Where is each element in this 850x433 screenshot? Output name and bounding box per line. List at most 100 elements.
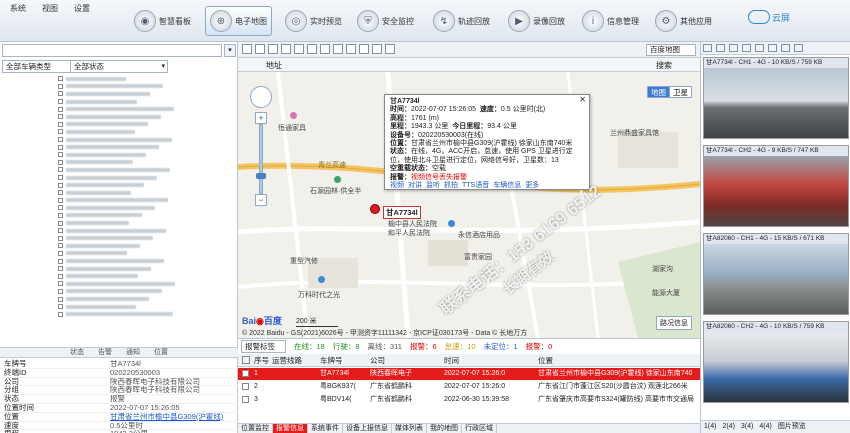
tree-row[interactable] xyxy=(2,257,236,265)
stop-all-icon[interactable] xyxy=(742,44,751,52)
tree-row[interactable] xyxy=(2,212,236,220)
map-provider-select[interactable]: 百度地图 xyxy=(646,44,696,56)
tree-row[interactable] xyxy=(2,159,236,167)
tree-row[interactable] xyxy=(2,75,236,83)
table-row[interactable]: 2 粤BGK937(广东省鹤鹏科 2022-07-07 15:26:0 广东省江门市蓬… xyxy=(238,381,700,393)
cloud-screen-button[interactable]: 云屏 xyxy=(747,10,790,24)
video-page-tab[interactable]: 1(4) xyxy=(704,421,716,433)
tree-row[interactable] xyxy=(2,295,236,303)
video-cell[interactable]: 甘A7734l - CH1 - 4G - 10 KB/S / 759 KB xyxy=(703,57,849,139)
tree-row[interactable] xyxy=(2,242,236,250)
tree-checkbox[interactable] xyxy=(58,250,63,256)
col-header[interactable]: 运营线路 xyxy=(272,354,302,367)
nav-map[interactable]: ⊕ 电子地图 xyxy=(205,6,272,36)
vehicle-search-input[interactable] xyxy=(2,44,222,57)
col-header[interactable]: 位置 xyxy=(538,354,553,367)
tree-checkbox[interactable] xyxy=(58,175,63,181)
vehicle-marker-icon[interactable] xyxy=(370,204,380,214)
tree-row[interactable] xyxy=(2,310,236,318)
tree-checkbox[interactable] xyxy=(58,99,63,105)
col-header[interactable]: 时间 xyxy=(444,354,459,367)
snapshot-icon[interactable] xyxy=(755,44,764,52)
tree-checkbox[interactable] xyxy=(58,159,63,165)
table-row[interactable]: 1 甘A7734l 陕西春晖电子 2022-07-07 15:26:0 甘肃省兰州市榆中… xyxy=(238,368,700,380)
layout-4-icon[interactable] xyxy=(716,44,725,52)
tree-row[interactable] xyxy=(2,181,236,189)
vehicle-type-select[interactable]: 全部车辆类型 xyxy=(2,60,78,73)
search-dropdown-icon[interactable]: ▾ xyxy=(224,44,236,57)
fullscreen-icon[interactable] xyxy=(794,44,803,52)
info-tab[interactable]: 位置 xyxy=(154,348,168,357)
tree-checkbox[interactable] xyxy=(58,220,63,226)
zoom-out-button[interactable]: − xyxy=(255,194,267,206)
tree-row[interactable] xyxy=(2,227,236,235)
tree-row[interactable] xyxy=(2,189,236,197)
bottom-tab[interactable]: 设备上报信息 xyxy=(343,424,392,433)
popup-action-link[interactable]: 抓拍 xyxy=(444,182,458,189)
zoom-slider[interactable] xyxy=(256,124,266,194)
tree-row[interactable] xyxy=(2,280,236,288)
tree-checkbox[interactable] xyxy=(58,281,63,287)
bottom-tab[interactable]: 系统事件 xyxy=(308,424,343,433)
tree-checkbox[interactable] xyxy=(58,144,63,150)
video-page-tab[interactable]: 4(4) xyxy=(759,421,771,433)
zoom-in-tool-icon[interactable] xyxy=(255,44,265,54)
tree-row[interactable] xyxy=(2,83,236,91)
tree-checkbox[interactable] xyxy=(58,121,63,127)
pan-control-icon[interactable] xyxy=(250,86,272,108)
search-button[interactable]: 搜索 xyxy=(656,60,672,71)
close-icon[interactable]: ✕ xyxy=(579,95,586,104)
print-tool-icon[interactable] xyxy=(385,44,395,54)
tree-row[interactable] xyxy=(2,204,236,212)
info-tab[interactable]: 告警 xyxy=(98,348,112,357)
tree-checkbox[interactable] xyxy=(58,137,63,143)
tree-row[interactable] xyxy=(2,250,236,258)
video-cell[interactable]: 甘A7734l - CH2 - 4G - 9 KB/S / 747 KB xyxy=(703,145,849,227)
tree-checkbox[interactable] xyxy=(58,91,63,97)
tree-checkbox[interactable] xyxy=(58,266,63,272)
bottom-tab[interactable]: 我的地图 xyxy=(427,424,462,433)
line-tool-icon[interactable] xyxy=(346,44,356,54)
bottom-tab[interactable]: 报警信息 xyxy=(273,424,308,433)
zoom-in-button[interactable]: + xyxy=(255,112,267,124)
map-type-map[interactable]: 地图 xyxy=(647,86,670,98)
popup-action-link[interactable]: 监听 xyxy=(426,182,440,189)
tree-checkbox[interactable] xyxy=(58,288,63,294)
tree-checkbox[interactable] xyxy=(58,106,63,112)
tree-row[interactable] xyxy=(2,128,236,136)
tree-checkbox[interactable] xyxy=(58,243,63,249)
ruler-tool-icon[interactable] xyxy=(294,44,304,54)
record-icon[interactable] xyxy=(768,44,777,52)
row-checkbox[interactable] xyxy=(242,383,249,390)
tree-checkbox[interactable] xyxy=(58,129,63,135)
popup-action-link[interactable]: 车辆信息 xyxy=(493,182,521,189)
nav-playback[interactable]: ▶ 录像回放 xyxy=(508,6,565,36)
popup-action-link[interactable]: 视频 xyxy=(390,182,404,189)
tree-checkbox[interactable] xyxy=(58,311,63,317)
nav-security[interactable]: ⛨ 安全监控 xyxy=(357,6,414,36)
search-area-icon[interactable] xyxy=(359,44,369,54)
menu-settings[interactable]: 设置 xyxy=(74,3,90,14)
bottom-tab[interactable]: 位置监控 xyxy=(238,424,273,433)
tree-checkbox[interactable] xyxy=(58,235,63,241)
tree-checkbox[interactable] xyxy=(58,76,63,82)
nav-live[interactable]: ◎ 实时预览 xyxy=(285,6,342,36)
tree-checkbox[interactable] xyxy=(58,182,63,188)
tree-row[interactable] xyxy=(2,105,236,113)
flag-tool-icon[interactable] xyxy=(281,44,291,54)
volume-icon[interactable] xyxy=(781,44,790,52)
tree-row[interactable] xyxy=(2,234,236,242)
tree-row[interactable] xyxy=(2,219,236,227)
tree-checkbox[interactable] xyxy=(58,190,63,196)
popup-action-link[interactable]: 对讲 xyxy=(408,182,422,189)
video-cell[interactable]: 甘A82060 - CH1 - 4G - 15 KB/S / 671 KB xyxy=(703,233,849,315)
tree-row[interactable] xyxy=(2,174,236,182)
video-page-tab[interactable]: 2(4) xyxy=(722,421,734,433)
tree-checkbox[interactable] xyxy=(58,152,63,158)
tree-checkbox[interactable] xyxy=(58,114,63,120)
polygon-tool-icon[interactable] xyxy=(333,44,343,54)
layer-tool-icon[interactable] xyxy=(372,44,382,54)
tree-checkbox[interactable] xyxy=(58,258,63,264)
col-header[interactable]: 公司 xyxy=(370,354,385,367)
map-type-satellite[interactable]: 卫星 xyxy=(669,86,692,98)
